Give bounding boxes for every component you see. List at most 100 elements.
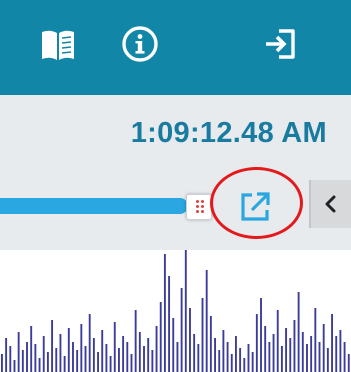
chart-bar xyxy=(122,336,125,372)
chart-bar xyxy=(59,334,62,372)
chart-bar xyxy=(92,338,95,372)
chart-bar xyxy=(285,328,288,372)
chart-bar xyxy=(222,330,225,372)
chart-bar xyxy=(268,342,271,372)
chart-bar xyxy=(42,336,45,372)
chart-bar xyxy=(189,308,191,372)
chart-bar xyxy=(289,338,292,372)
activity-chart xyxy=(0,250,351,372)
chart-bar xyxy=(159,302,162,372)
chart-bar xyxy=(109,356,112,372)
chart-bar xyxy=(143,346,145,372)
chart-bar xyxy=(301,332,304,372)
chart-bar xyxy=(1,354,3,372)
chart-bar xyxy=(193,334,196,372)
chart-bar xyxy=(51,320,54,372)
chart-bar xyxy=(26,342,28,372)
chart-bar xyxy=(260,298,262,372)
chart-bar xyxy=(5,338,8,372)
chart-bar xyxy=(34,344,37,372)
chart-bar xyxy=(255,314,258,372)
chart-bar xyxy=(214,338,216,372)
chart-bar xyxy=(88,314,91,372)
handle-grip-dot xyxy=(201,200,204,203)
chart-bar xyxy=(343,342,346,372)
chart-bar xyxy=(163,254,166,372)
chart-bar xyxy=(172,318,175,372)
chart-bar xyxy=(201,298,204,372)
playback-progress-bar[interactable] xyxy=(0,198,188,214)
chart-bar xyxy=(113,322,116,372)
chart-bar xyxy=(251,352,254,372)
chart-bar xyxy=(105,344,108,372)
current-time: 1:09:12.48 AM xyxy=(130,117,327,149)
chart-bar xyxy=(72,342,74,372)
chart-bar xyxy=(347,354,350,372)
chart-bar xyxy=(101,330,104,372)
chart-bar xyxy=(63,356,66,372)
chart-bar xyxy=(318,342,321,372)
chart-bar xyxy=(264,326,267,372)
chart-bar xyxy=(339,330,342,372)
chart-bar xyxy=(151,350,154,372)
chart-bar xyxy=(280,346,283,372)
chart-bar xyxy=(38,358,41,372)
chart-bar xyxy=(30,326,33,372)
chart-bar xyxy=(118,348,120,372)
chart-bar xyxy=(155,326,158,372)
chart-bar xyxy=(184,250,187,372)
chart-bar xyxy=(272,334,275,372)
chart-bar xyxy=(209,316,212,372)
annotation-highlight-circle xyxy=(210,167,303,239)
chart-bar xyxy=(243,358,246,372)
chart-bar xyxy=(322,324,325,372)
chart-bar xyxy=(205,270,208,372)
chart-bar xyxy=(230,354,233,372)
chart-bar xyxy=(17,332,20,372)
handle-grip-dot xyxy=(201,205,204,208)
chart-bar xyxy=(247,344,250,372)
chart-bar xyxy=(197,344,200,372)
sign-in-icon[interactable] xyxy=(261,25,299,63)
chart-bar xyxy=(9,346,12,372)
chart-bar xyxy=(46,352,49,372)
chart-bar xyxy=(218,350,221,372)
chevron-left-icon xyxy=(325,195,336,213)
chart-bar xyxy=(76,350,79,372)
chart-bar xyxy=(176,342,179,372)
chart-bar xyxy=(67,328,70,372)
chart-bar xyxy=(314,308,317,372)
chart-bar xyxy=(331,314,333,372)
top-toolbar xyxy=(0,0,351,95)
chart-bar xyxy=(134,310,137,372)
chart-bar xyxy=(84,346,87,372)
chart-bar xyxy=(168,276,171,372)
progress-handle[interactable] xyxy=(186,194,212,220)
chart-bar xyxy=(130,354,133,372)
collapse-panel-button[interactable] xyxy=(309,180,351,228)
chart-bar xyxy=(326,348,329,372)
chart-bar xyxy=(147,338,150,372)
handle-grip-dot xyxy=(196,200,199,203)
chart-bar xyxy=(80,324,83,372)
chart-bar xyxy=(297,292,300,372)
chart-bar xyxy=(276,310,279,372)
chart-bar xyxy=(55,348,58,372)
chart-bar xyxy=(226,342,229,372)
chart-bar xyxy=(138,332,141,372)
chart-bar xyxy=(306,344,308,372)
handle-grip-dot xyxy=(196,210,199,213)
chart-bar xyxy=(126,342,129,372)
book-open-icon[interactable] xyxy=(40,28,76,62)
chart-bar xyxy=(310,336,313,372)
activity-chart-svg xyxy=(1,250,350,372)
chart-bar xyxy=(293,320,296,372)
chart-bar xyxy=(13,360,16,372)
handle-grip-dot xyxy=(201,210,204,213)
chart-bar xyxy=(235,336,237,372)
chart-bar xyxy=(21,350,24,372)
chart-bar xyxy=(239,348,242,372)
chart-bar xyxy=(97,352,99,372)
info-icon[interactable] xyxy=(120,24,160,64)
handle-grip-dot xyxy=(196,205,199,208)
